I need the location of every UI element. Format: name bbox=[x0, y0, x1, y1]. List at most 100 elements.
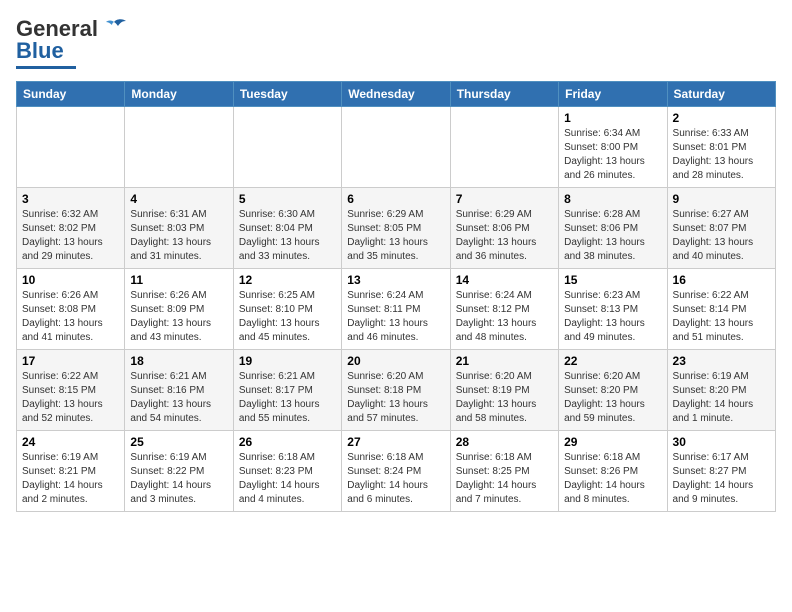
calendar-cell bbox=[342, 107, 450, 188]
day-info: Sunrise: 6:19 AM Sunset: 8:21 PM Dayligh… bbox=[22, 451, 119, 507]
day-number: 29 bbox=[564, 435, 661, 449]
calendar-cell: 12Sunrise: 6:25 AM Sunset: 8:10 PM Dayli… bbox=[233, 269, 341, 350]
calendar-header-tuesday: Tuesday bbox=[233, 82, 341, 107]
day-info: Sunrise: 6:20 AM Sunset: 8:18 PM Dayligh… bbox=[347, 370, 444, 426]
day-number: 1 bbox=[564, 111, 661, 125]
day-number: 22 bbox=[564, 354, 661, 368]
day-number: 26 bbox=[239, 435, 336, 449]
day-number: 9 bbox=[673, 192, 770, 206]
calendar-cell bbox=[125, 107, 233, 188]
day-number: 18 bbox=[130, 354, 227, 368]
day-number: 30 bbox=[673, 435, 770, 449]
day-info: Sunrise: 6:32 AM Sunset: 8:02 PM Dayligh… bbox=[22, 208, 119, 264]
day-info: Sunrise: 6:30 AM Sunset: 8:04 PM Dayligh… bbox=[239, 208, 336, 264]
calendar-cell: 23 Sunrise: 6:19 AM Sunset: 8:20 PM Dayli… bbox=[667, 350, 775, 431]
calendar-cell: 24 Sunrise: 6:19 AM Sunset: 8:21 PM Dayli… bbox=[17, 431, 125, 512]
calendar-week-row: 17 Sunrise: 6:22 AM Sunset: 8:15 PM Dayli… bbox=[17, 350, 776, 431]
day-info: Sunrise: 6:28 AM Sunset: 8:06 PM Dayligh… bbox=[564, 208, 661, 264]
calendar-cell: 6 Sunrise: 6:29 AM Sunset: 8:05 PM Daylig… bbox=[342, 188, 450, 269]
day-number: 13 bbox=[347, 273, 444, 287]
day-info: Sunrise: 6:29 AM Sunset: 8:05 PM Dayligh… bbox=[347, 208, 444, 264]
day-info: Sunrise: 6:34 AM Sunset: 8:00 PM Dayligh… bbox=[564, 127, 661, 183]
day-number: 3 bbox=[22, 192, 119, 206]
day-number: 24 bbox=[22, 435, 119, 449]
calendar-header-saturday: Saturday bbox=[667, 82, 775, 107]
calendar-header-row: SundayMondayTuesdayWednesdayThursdayFrid… bbox=[17, 82, 776, 107]
day-number: 7 bbox=[456, 192, 553, 206]
calendar-header-sunday: Sunday bbox=[17, 82, 125, 107]
day-info: Sunrise: 6:18 AM Sunset: 8:25 PM Dayligh… bbox=[456, 451, 553, 507]
day-number: 14 bbox=[456, 273, 553, 287]
calendar-cell bbox=[17, 107, 125, 188]
calendar-cell: 5 Sunrise: 6:30 AM Sunset: 8:04 PM Daylig… bbox=[233, 188, 341, 269]
day-info: Sunrise: 6:18 AM Sunset: 8:26 PM Dayligh… bbox=[564, 451, 661, 507]
day-info: Sunrise: 6:23 AM Sunset: 8:13 PM Dayligh… bbox=[564, 289, 661, 345]
calendar-week-row: 10 Sunrise: 6:26 AM Sunset: 8:08 PM Dayli… bbox=[17, 269, 776, 350]
day-info: Sunrise: 6:20 AM Sunset: 8:19 PM Dayligh… bbox=[456, 370, 553, 426]
day-number: 15 bbox=[564, 273, 661, 287]
calendar-cell: 22 Sunrise: 6:20 AM Sunset: 8:20 PM Dayli… bbox=[559, 350, 667, 431]
day-number: 4 bbox=[130, 192, 227, 206]
day-info: Sunrise: 6:25 AM Sunset: 8:10 PM Dayligh… bbox=[239, 289, 336, 345]
calendar-cell: 3 Sunrise: 6:32 AM Sunset: 8:02 PM Daylig… bbox=[17, 188, 125, 269]
day-info: Sunrise: 6:24 AM Sunset: 8:11 PM Dayligh… bbox=[347, 289, 444, 345]
logo: General Blue bbox=[16, 16, 128, 69]
calendar-header-thursday: Thursday bbox=[450, 82, 558, 107]
day-number: 8 bbox=[564, 192, 661, 206]
day-number: 20 bbox=[347, 354, 444, 368]
day-number: 23 bbox=[673, 354, 770, 368]
day-number: 19 bbox=[239, 354, 336, 368]
day-info: Sunrise: 6:26 AM Sunset: 8:08 PM Dayligh… bbox=[22, 289, 119, 345]
day-number: 11 bbox=[130, 273, 227, 287]
calendar-cell: 15 Sunrise: 6:23 AM Sunset: 8:13 PM Dayli… bbox=[559, 269, 667, 350]
calendar-header-wednesday: Wednesday bbox=[342, 82, 450, 107]
calendar-cell: 13 Sunrise: 6:24 AM Sunset: 8:11 PM Dayli… bbox=[342, 269, 450, 350]
calendar-week-row: 3 Sunrise: 6:32 AM Sunset: 8:02 PM Daylig… bbox=[17, 188, 776, 269]
calendar-cell: 25Sunrise: 6:19 AM Sunset: 8:22 PM Dayli… bbox=[125, 431, 233, 512]
calendar-cell: 9Sunrise: 6:27 AM Sunset: 8:07 PM Daylig… bbox=[667, 188, 775, 269]
calendar-cell: 18 Sunrise: 6:21 AM Sunset: 8:16 PM Dayli… bbox=[125, 350, 233, 431]
calendar-cell: 30 Sunrise: 6:17 AM Sunset: 8:27 PM Dayli… bbox=[667, 431, 775, 512]
day-info: Sunrise: 6:31 AM Sunset: 8:03 PM Dayligh… bbox=[130, 208, 227, 264]
day-info: Sunrise: 6:21 AM Sunset: 8:17 PM Dayligh… bbox=[239, 370, 336, 426]
calendar-cell: 11 Sunrise: 6:26 AM Sunset: 8:09 PM Dayli… bbox=[125, 269, 233, 350]
calendar-header-friday: Friday bbox=[559, 82, 667, 107]
day-info: Sunrise: 6:33 AM Sunset: 8:01 PM Dayligh… bbox=[673, 127, 770, 183]
day-info: Sunrise: 6:17 AM Sunset: 8:27 PM Dayligh… bbox=[673, 451, 770, 507]
calendar-cell bbox=[233, 107, 341, 188]
calendar-cell: 19 Sunrise: 6:21 AM Sunset: 8:17 PM Dayli… bbox=[233, 350, 341, 431]
day-info: Sunrise: 6:21 AM Sunset: 8:16 PM Dayligh… bbox=[130, 370, 227, 426]
logo-underline bbox=[16, 66, 76, 69]
day-info: Sunrise: 6:19 AM Sunset: 8:20 PM Dayligh… bbox=[673, 370, 770, 426]
day-info: Sunrise: 6:22 AM Sunset: 8:15 PM Dayligh… bbox=[22, 370, 119, 426]
calendar-cell: 1 Sunrise: 6:34 AM Sunset: 8:00 PM Daylig… bbox=[559, 107, 667, 188]
logo-bird-icon bbox=[100, 18, 128, 40]
day-number: 16 bbox=[673, 273, 770, 287]
calendar-cell: 17 Sunrise: 6:22 AM Sunset: 8:15 PM Dayli… bbox=[17, 350, 125, 431]
day-info: Sunrise: 6:26 AM Sunset: 8:09 PM Dayligh… bbox=[130, 289, 227, 345]
day-number: 6 bbox=[347, 192, 444, 206]
calendar-cell: 16Sunrise: 6:22 AM Sunset: 8:14 PM Dayli… bbox=[667, 269, 775, 350]
day-number: 25 bbox=[130, 435, 227, 449]
calendar-cell: 2 Sunrise: 6:33 AM Sunset: 8:01 PM Daylig… bbox=[667, 107, 775, 188]
calendar-week-row: 1 Sunrise: 6:34 AM Sunset: 8:00 PM Daylig… bbox=[17, 107, 776, 188]
day-info: Sunrise: 6:29 AM Sunset: 8:06 PM Dayligh… bbox=[456, 208, 553, 264]
calendar-cell: 21 Sunrise: 6:20 AM Sunset: 8:19 PM Dayli… bbox=[450, 350, 558, 431]
day-number: 2 bbox=[673, 111, 770, 125]
calendar-cell: 27Sunrise: 6:18 AM Sunset: 8:24 PM Dayli… bbox=[342, 431, 450, 512]
calendar-cell: 20 Sunrise: 6:20 AM Sunset: 8:18 PM Dayli… bbox=[342, 350, 450, 431]
logo-blue: Blue bbox=[16, 38, 64, 64]
day-number: 28 bbox=[456, 435, 553, 449]
calendar-cell bbox=[450, 107, 558, 188]
day-number: 21 bbox=[456, 354, 553, 368]
calendar-cell: 28 Sunrise: 6:18 AM Sunset: 8:25 PM Dayli… bbox=[450, 431, 558, 512]
page-header: General Blue bbox=[16, 16, 776, 69]
day-number: 5 bbox=[239, 192, 336, 206]
day-number: 10 bbox=[22, 273, 119, 287]
calendar-cell: 10 Sunrise: 6:26 AM Sunset: 8:08 PM Dayli… bbox=[17, 269, 125, 350]
day-info: Sunrise: 6:20 AM Sunset: 8:20 PM Dayligh… bbox=[564, 370, 661, 426]
day-number: 17 bbox=[22, 354, 119, 368]
calendar-cell: 14Sunrise: 6:24 AM Sunset: 8:12 PM Dayli… bbox=[450, 269, 558, 350]
day-number: 27 bbox=[347, 435, 444, 449]
calendar-week-row: 24 Sunrise: 6:19 AM Sunset: 8:21 PM Dayli… bbox=[17, 431, 776, 512]
